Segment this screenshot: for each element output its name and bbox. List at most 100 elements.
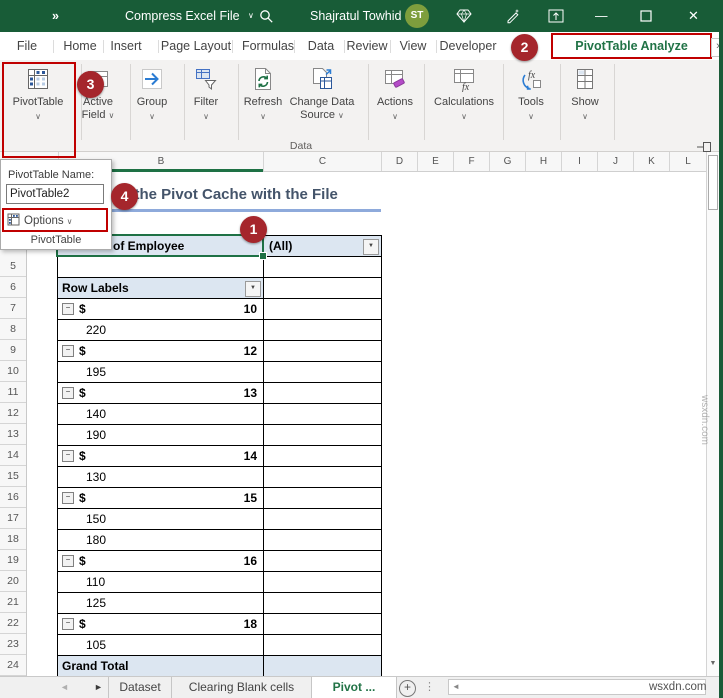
tab-review[interactable]: Review — [347, 32, 388, 60]
row-header-15[interactable]: 15 — [0, 466, 26, 487]
row-header-17[interactable]: 17 — [0, 508, 26, 529]
pivot-cell[interactable] — [264, 467, 382, 488]
row-header-8[interactable]: 8 — [0, 319, 26, 340]
column-header-k[interactable]: K — [633, 152, 669, 171]
row-header-9[interactable]: 9 — [0, 340, 26, 361]
pivot-cell[interactable] — [264, 278, 382, 299]
row-header-21[interactable]: 21 — [0, 592, 26, 613]
filter-dropdown-icon[interactable]: ▼ — [363, 239, 379, 255]
search-icon[interactable] — [258, 0, 274, 32]
row-header-18[interactable]: 18 — [0, 529, 26, 550]
row-header-6[interactable]: 6 — [0, 277, 26, 298]
row-header-19[interactable]: 19 — [0, 550, 26, 571]
tab-developer[interactable]: Developer — [440, 32, 497, 60]
new-sheet-button[interactable]: + — [399, 680, 416, 697]
pivot-cell[interactable] — [264, 635, 382, 656]
pivot-cell[interactable]: Row Labels ▼ — [58, 278, 264, 299]
next-sheet-icon[interactable]: ► — [94, 677, 103, 698]
pivot-cell[interactable]: 190 — [58, 425, 264, 446]
row-header-20[interactable]: 20 — [0, 571, 26, 592]
pivot-cell[interactable]: − $10 — [58, 299, 264, 320]
row-header-23[interactable]: 23 — [0, 634, 26, 655]
show-button[interactable]: Show ∨ — [561, 62, 609, 121]
row-header-22[interactable]: 22 — [0, 613, 26, 634]
scroll-down-icon[interactable]: ▼ — [707, 656, 719, 672]
pivot-cell[interactable]: − $12 — [58, 341, 264, 362]
pivot-cell[interactable] — [264, 383, 382, 404]
column-header-g[interactable]: G — [489, 152, 525, 171]
collapse-button[interactable]: − — [62, 618, 74, 630]
tab-home[interactable]: Home — [63, 32, 96, 60]
minimize-button[interactable]: — — [595, 0, 608, 32]
column-header-d[interactable]: D — [381, 152, 417, 171]
calculations-button[interactable]: fx Calculations ∨ — [423, 62, 505, 121]
collapse-button[interactable]: − — [62, 303, 74, 315]
column-header-h[interactable]: H — [525, 152, 561, 171]
pivot-cell[interactable] — [264, 446, 382, 467]
fill-handle[interactable] — [259, 252, 267, 260]
options-button[interactable]: Options ∨ — [7, 212, 73, 230]
actions-button[interactable]: Actions ∨ — [365, 62, 425, 121]
pivot-cell[interactable]: 105 — [58, 635, 264, 656]
pivot-cell[interactable] — [264, 257, 382, 278]
pivot-cell[interactable] — [264, 488, 382, 509]
tab-data[interactable]: Data — [308, 32, 334, 60]
tab-view[interactable]: View — [400, 32, 427, 60]
pivot-cell[interactable]: − $15 — [58, 488, 264, 509]
pivot-cell[interactable] — [264, 341, 382, 362]
restore-button[interactable] — [640, 0, 652, 32]
filter-button[interactable]: Filter ∨ — [182, 62, 230, 121]
close-button[interactable]: ✕ — [688, 0, 699, 32]
scroll-left-icon[interactable]: ◄ — [452, 682, 460, 691]
tab-insert[interactable]: Insert — [110, 32, 141, 60]
pivot-cell[interactable] — [264, 425, 382, 446]
column-header-l[interactable]: L — [669, 152, 706, 171]
tools-button[interactable]: fx Tools ∨ — [507, 62, 555, 121]
column-header-f[interactable]: F — [453, 152, 489, 171]
tab-page-layout[interactable]: Page Layout — [161, 32, 231, 60]
pivot-cell[interactable] — [264, 572, 382, 593]
pivot-cell[interactable]: − $16 — [58, 551, 264, 572]
filter-dropdown-icon[interactable]: ▼ — [245, 281, 261, 297]
tab-options-dots-icon[interactable]: ⋮ — [424, 677, 435, 698]
pivot-cell[interactable] — [264, 551, 382, 572]
pivot-cell[interactable]: − $14 — [58, 446, 264, 467]
gem-icon[interactable] — [455, 0, 473, 32]
column-header-e[interactable]: E — [417, 152, 453, 171]
ribbon-display-options-icon[interactable] — [548, 0, 564, 32]
pivottable-button[interactable]: PivotTable ∨ — [2, 62, 74, 121]
collapse-button[interactable]: − — [62, 555, 74, 567]
row-header-16[interactable]: 16 — [0, 487, 26, 508]
pivot-cell[interactable] — [264, 614, 382, 635]
prev-sheet-icon[interactable]: ◄ — [60, 677, 69, 698]
pivot-cell[interactable] — [264, 509, 382, 530]
pivot-cell[interactable]: 180 — [58, 530, 264, 551]
row-header-24[interactable]: 24 — [0, 655, 26, 676]
pivot-cell[interactable]: 110 — [58, 572, 264, 593]
tab-file[interactable]: File — [17, 32, 37, 60]
collapse-button[interactable]: − — [62, 345, 74, 357]
pivot-cell[interactable]: 130 — [58, 467, 264, 488]
collapse-button[interactable]: − — [62, 450, 74, 462]
document-title[interactable]: Compress Excel File — [125, 0, 240, 32]
pivot-cell[interactable]: Grand Total — [58, 656, 264, 677]
pivot-cell[interactable]: 140 — [58, 404, 264, 425]
avatar[interactable]: ST — [405, 4, 429, 28]
pivot-cell[interactable]: − $13 — [58, 383, 264, 404]
quick-access-overflow-icon[interactable]: » — [52, 0, 59, 32]
sheet-tab-clearing-blank-cells[interactable]: Clearing Blank cells — [172, 677, 312, 698]
tab-pivottable-analyze[interactable]: PivotTable Analyze — [551, 33, 712, 59]
sheet-tab-pivot[interactable]: Pivot ... — [312, 677, 397, 698]
collapse-button[interactable]: − — [62, 492, 74, 504]
pivot-cell[interactable] — [264, 299, 382, 320]
column-header-i[interactable]: I — [561, 152, 597, 171]
group-button[interactable]: Group ∨ — [128, 62, 176, 121]
row-header-14[interactable]: 14 — [0, 445, 26, 466]
pivot-cell[interactable] — [264, 593, 382, 614]
row-header-7[interactable]: 7 — [0, 298, 26, 319]
row-header-12[interactable]: 12 — [0, 403, 26, 424]
row-header-10[interactable]: 10 — [0, 361, 26, 382]
pivot-cell[interactable]: 220 — [58, 320, 264, 341]
row-header-13[interactable]: 13 — [0, 424, 26, 445]
column-header-c[interactable]: C — [263, 152, 381, 171]
